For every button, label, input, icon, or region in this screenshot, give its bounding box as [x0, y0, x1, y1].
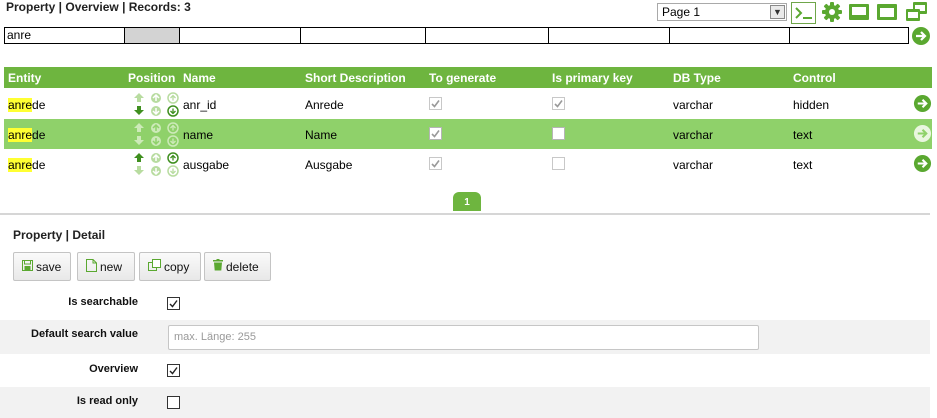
- new-button[interactable]: new: [77, 252, 135, 281]
- entity-cell: anrede: [8, 158, 46, 172]
- short-description-cell: Ausgabe: [305, 158, 353, 172]
- is-read-only-label: Is read only: [76, 395, 138, 407]
- page-select-value: Page 1: [662, 5, 701, 19]
- delete-button-label: delete: [226, 259, 259, 274]
- name-cell: ausgabe: [183, 158, 230, 172]
- column-header-name[interactable]: Name: [183, 71, 216, 85]
- save-button[interactable]: save: [13, 252, 71, 281]
- column-header-entity[interactable]: Entity: [8, 71, 41, 85]
- db-type-cell: varchar: [673, 158, 714, 172]
- column-header-db-type[interactable]: DB Type: [673, 71, 721, 85]
- control-cell: hidden: [793, 98, 830, 112]
- page-select[interactable]: Page 1 ▼: [657, 3, 787, 21]
- detail-title: Property | Detail: [13, 228, 106, 242]
- delete-button[interactable]: delete: [204, 252, 271, 281]
- copy-button[interactable]: copy: [139, 252, 201, 281]
- copy-button-label: copy: [164, 259, 190, 274]
- page-title: Property | Overview | Records: 3: [6, 0, 191, 14]
- control-cell: text: [793, 128, 813, 142]
- table-row[interactable]: anrede anr_id Anrede varchar hidden: [4, 89, 932, 119]
- section-divider: [0, 213, 930, 215]
- overview-row: Overview: [0, 355, 930, 386]
- is-primary-key-checkbox: [552, 97, 565, 110]
- move-down-icon: [134, 106, 144, 115]
- column-header-to-generate[interactable]: To generate: [429, 71, 496, 85]
- is-read-only-row: Is read only: [0, 387, 930, 418]
- is-read-only-checkbox[interactable]: [167, 396, 180, 409]
- position-controls: [133, 121, 181, 147]
- column-header-control[interactable]: Control: [793, 71, 836, 85]
- restore-icon[interactable]: [905, 1, 929, 23]
- move-down-icon: [134, 166, 144, 175]
- table-row[interactable]: anrede ausgabe Ausgabe varchar text: [4, 149, 932, 179]
- position-controls: [133, 151, 181, 177]
- search-highlight: anre: [8, 128, 33, 142]
- trash-icon: [213, 259, 223, 274]
- move-down-icon: [134, 136, 144, 145]
- search-highlight: anre: [8, 98, 33, 112]
- default-search-value-input[interactable]: max. Länge: 255: [168, 325, 759, 350]
- entity-cell: anrede: [8, 98, 46, 112]
- column-header-short-description[interactable]: Short Description: [305, 71, 406, 85]
- table-row[interactable]: anrede name Name varchar text: [4, 119, 932, 149]
- default-search-value-row: Default search value max. Länge: 255: [0, 320, 930, 354]
- move-up-icon: [134, 153, 144, 162]
- to-generate-checkbox: [429, 127, 442, 140]
- default-search-value-label: Default search value: [31, 328, 138, 340]
- filter-position-input[interactable]: [124, 27, 180, 44]
- search-highlight: anre: [8, 158, 33, 172]
- is-searchable-label: Is searchable: [68, 296, 138, 308]
- filter-name-input[interactable]: [179, 27, 301, 44]
- filter-db-type-input[interactable]: [669, 27, 790, 44]
- column-header-is-primary-key[interactable]: Is primary key: [552, 71, 633, 85]
- filter-is-primary-key-input[interactable]: [548, 27, 670, 44]
- open-row-arrow-icon[interactable]: [913, 124, 932, 146]
- is-primary-key-checkbox: [552, 127, 565, 140]
- save-button-label: save: [36, 259, 62, 274]
- new-document-icon: [86, 258, 97, 275]
- pager-page-1[interactable]: 1: [453, 192, 481, 211]
- move-up-icon: [134, 123, 144, 132]
- open-row-arrow-icon[interactable]: [913, 154, 932, 176]
- short-description-cell: Name: [305, 128, 338, 142]
- filter-control-input[interactable]: [789, 27, 909, 44]
- gear-icon[interactable]: [820, 1, 844, 23]
- db-type-cell: varchar: [673, 98, 714, 112]
- open-row-arrow-icon[interactable]: [913, 94, 932, 116]
- to-generate-checkbox: [429, 157, 442, 170]
- window-icon[interactable]: [875, 1, 899, 23]
- position-controls: [133, 91, 181, 117]
- copy-icon: [148, 259, 161, 274]
- chevron-down-icon[interactable]: ▼: [770, 5, 785, 19]
- column-header-position[interactable]: Position: [128, 71, 175, 85]
- filter-to-generate-input[interactable]: [425, 27, 549, 44]
- to-generate-checkbox: [429, 97, 442, 110]
- is-searchable-checkbox[interactable]: [167, 297, 180, 310]
- new-button-label: new: [100, 259, 123, 274]
- move-up-icon: [134, 93, 144, 102]
- name-cell: anr_id: [183, 98, 217, 112]
- name-cell: name: [183, 128, 214, 142]
- entity-cell: anrede: [8, 128, 46, 142]
- filter-entity-input[interactable]: anre: [4, 27, 125, 44]
- is-searchable-row: Is searchable: [0, 288, 930, 319]
- control-cell: text: [793, 158, 813, 172]
- filter-apply-arrow-icon[interactable]: [911, 26, 931, 49]
- grid-header: Entity Position Name Short Description T…: [4, 67, 932, 88]
- overview-label: Overview: [89, 363, 138, 375]
- maximize-icon[interactable]: [847, 1, 871, 23]
- is-primary-key-checkbox: [552, 157, 565, 170]
- filter-short-description-input[interactable]: [300, 27, 426, 44]
- short-description-cell: Anrede: [305, 98, 344, 112]
- console-icon[interactable]: [791, 2, 816, 24]
- floppy-disk-icon: [22, 259, 33, 274]
- db-type-cell: varchar: [673, 128, 714, 142]
- overview-checkbox[interactable]: [167, 364, 180, 377]
